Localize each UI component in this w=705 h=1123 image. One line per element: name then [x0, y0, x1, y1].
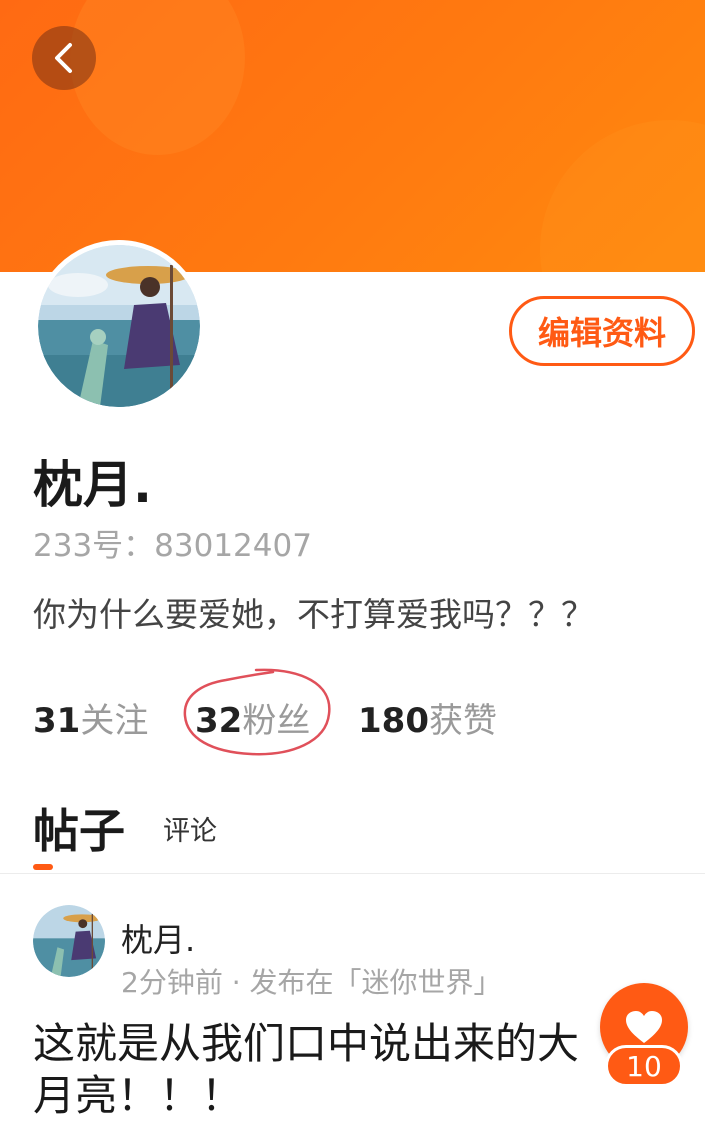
banner-decoration: [70, 0, 245, 155]
edit-profile-button[interactable]: 编辑资料: [509, 296, 695, 366]
following-label: 关注: [80, 701, 149, 741]
active-tab-indicator: [33, 864, 53, 870]
tab-comments[interactable]: 评论: [163, 809, 217, 848]
post-author-name[interactable]: 枕月.: [121, 915, 195, 961]
followers-count: 32: [195, 701, 243, 741]
likes-stat[interactable]: 180获赞: [358, 693, 497, 742]
followers-stat[interactable]: 32粉丝: [195, 693, 310, 742]
chevron-left-icon: [55, 43, 72, 73]
back-button[interactable]: [32, 26, 96, 90]
user-bio: 你为什么要爱她，不打算爱我吗？？？: [33, 595, 594, 634]
banner-decoration: [540, 120, 705, 272]
divider: [0, 873, 705, 874]
following-stat[interactable]: 31关注: [33, 693, 148, 742]
post-meta: 2分钟前 · 发布在「迷你世界」: [121, 966, 502, 999]
tab-posts[interactable]: 帖子: [33, 795, 125, 861]
post-content[interactable]: 这就是从我们口中说出来的大月亮！！！: [33, 1018, 613, 1122]
content-tabs: 帖子 评论: [33, 795, 673, 875]
user-id: 233号：83012407: [33, 528, 312, 564]
post-author-avatar[interactable]: [33, 905, 105, 977]
profile-banner: [0, 0, 705, 272]
post-header: 枕月. 2分钟前 · 发布在「迷你世界」: [33, 905, 673, 999]
profile-avatar[interactable]: [33, 240, 205, 412]
likes-count: 180: [358, 701, 429, 741]
likes-label: 获赞: [428, 701, 497, 741]
username: 枕月.: [33, 456, 152, 514]
like-count-badge: 10: [605, 1045, 683, 1087]
heart-icon: [626, 1011, 662, 1043]
followers-label: 粉丝: [242, 701, 311, 741]
following-count: 31: [33, 701, 81, 741]
